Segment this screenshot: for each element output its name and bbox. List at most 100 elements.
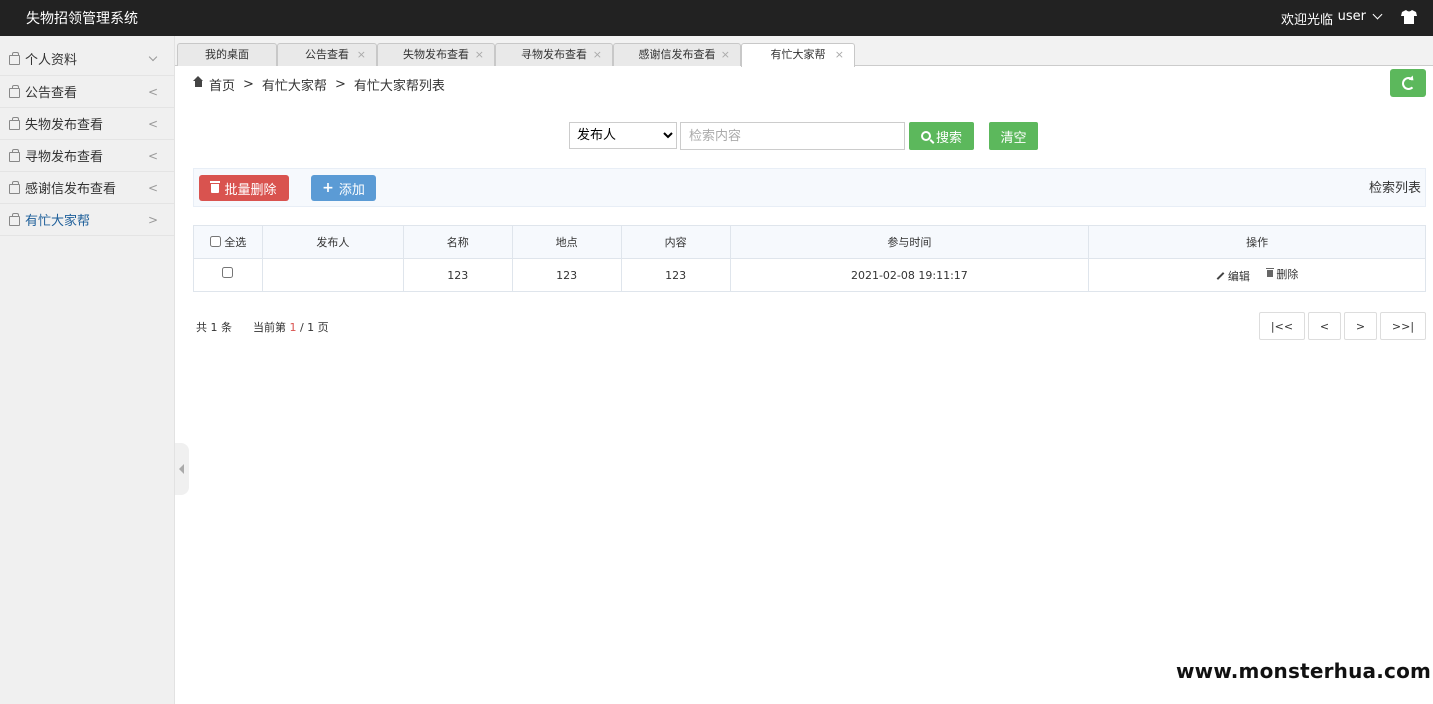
- tshirt-icon[interactable]: [1401, 10, 1417, 24]
- prev-page-button[interactable]: <: [1308, 312, 1341, 340]
- add-button[interactable]: + 添加: [311, 175, 376, 201]
- sidebar-item-label: 失物发布查看: [25, 118, 104, 133]
- user-name: user: [1337, 9, 1366, 24]
- batch-delete-button[interactable]: 批量删除: [199, 175, 289, 201]
- bag-icon: [9, 84, 20, 98]
- search-field-select[interactable]: 发布人: [569, 122, 677, 149]
- current-prefix: 当前第: [252, 321, 286, 334]
- chevron-down-icon: [1372, 9, 1383, 20]
- sidebar-item-notice[interactable]: 公告查看 <: [0, 76, 174, 108]
- column-header-select-all[interactable]: 全选: [193, 225, 263, 259]
- tab-label: 感谢信发布查看: [638, 48, 716, 61]
- breadcrumb-separator: >: [334, 77, 346, 92]
- close-icon[interactable]: ×: [593, 44, 602, 65]
- home-icon: [193, 76, 204, 89]
- user-menu[interactable]: user: [1337, 9, 1383, 24]
- total-suffix: 条: [221, 321, 232, 334]
- cell-place: 123: [511, 258, 622, 292]
- data-table: 全选 发布人 名称 地点 内容 参与时间 操作 123 123 123 2021…: [193, 225, 1426, 292]
- clear-button[interactable]: 清空: [989, 122, 1038, 150]
- sidebar-item-help[interactable]: 有忙大家帮 >: [0, 204, 174, 236]
- sidebar-item-search[interactable]: 寻物发布查看 <: [0, 140, 174, 172]
- select-all-checkbox[interactable]: [209, 236, 221, 247]
- chevron-right-icon: >: [147, 212, 158, 227]
- sidebar-collapse-handle[interactable]: [175, 443, 189, 495]
- edit-label: 编辑: [1227, 270, 1250, 284]
- tab-label: 寻物发布查看: [521, 48, 587, 61]
- chevron-left-icon: <: [147, 148, 158, 163]
- pagination-info: 共 1 条 当前第 1 / 1 页: [196, 319, 329, 335]
- breadcrumb-level2: 有忙大家帮列表: [353, 79, 445, 94]
- edit-link[interactable]: 编辑: [1216, 268, 1250, 284]
- tab-label: 公告查看: [305, 48, 349, 61]
- search-icon: [920, 131, 931, 141]
- trash-icon: [210, 180, 221, 193]
- tab-help[interactable]: 有忙大家帮 ×: [741, 43, 855, 67]
- cell-name: 123: [402, 258, 513, 292]
- table-row: 123 123 123 2021-02-08 19:11:17 编辑 删除: [193, 258, 1426, 292]
- column-header-content: 内容: [620, 225, 731, 259]
- delete-link[interactable]: 删除: [1266, 266, 1299, 282]
- breadcrumb-home[interactable]: 首页: [209, 75, 235, 94]
- tab-notice[interactable]: 公告查看 ×: [277, 43, 377, 66]
- breadcrumb-level1[interactable]: 有忙大家帮: [262, 75, 327, 94]
- bag-icon: [9, 212, 20, 226]
- close-icon[interactable]: ×: [835, 44, 844, 65]
- close-icon[interactable]: ×: [721, 44, 730, 65]
- action-toolbar: 批量删除 + 添加 检索列表: [193, 168, 1426, 207]
- watermark-text: www.monsterhua.com: [1176, 659, 1432, 683]
- batch-delete-label: 批量删除: [224, 182, 277, 198]
- app-title: 失物招领管理系统: [26, 11, 138, 27]
- sidebar-item-label: 有忙大家帮: [25, 214, 91, 229]
- sidebar-item-thanks[interactable]: 感谢信发布查看 <: [0, 172, 174, 204]
- last-page-button[interactable]: >>|: [1380, 312, 1426, 340]
- close-icon[interactable]: ×: [475, 44, 484, 65]
- tab-bar: 我的桌面 公告查看 × 失物发布查看 × 寻物发布查看 × 感谢信发布查看 × …: [175, 36, 1433, 67]
- sidebar: 个人资料 公告查看 < 失物发布查看 < 寻物发布查看 < 感谢信发布查看 < …: [0, 36, 175, 704]
- row-checkbox[interactable]: [222, 267, 234, 278]
- sidebar-item-label: 寻物发布查看: [25, 150, 104, 165]
- column-header-label: 全选: [224, 236, 247, 249]
- tab-label: 有忙大家帮: [770, 48, 826, 61]
- delete-label: 删除: [1276, 267, 1299, 281]
- tab-lost[interactable]: 失物发布查看 ×: [377, 43, 495, 66]
- sidebar-item-label: 个人资料: [25, 53, 78, 68]
- total-prefix: 共: [196, 321, 207, 334]
- tab-label: 失物发布查看: [403, 48, 469, 61]
- bag-icon: [9, 180, 20, 194]
- chevron-down-icon: [148, 52, 158, 62]
- column-header-publisher: 发布人: [261, 225, 404, 259]
- tab-desktop[interactable]: 我的桌面: [177, 43, 277, 66]
- cell-content: 123: [620, 258, 731, 292]
- chevron-left-icon: <: [147, 116, 158, 131]
- search-button[interactable]: 搜索: [909, 122, 974, 150]
- trash-icon: [1266, 268, 1275, 278]
- bag-icon: [9, 148, 20, 162]
- cell-publisher: [261, 258, 404, 292]
- top-header: 失物招领管理系统 欢迎光临 user: [0, 0, 1433, 36]
- total-pages: / 1 页: [299, 321, 329, 334]
- refresh-button[interactable]: [1390, 69, 1426, 97]
- sidebar-item-profile[interactable]: 个人资料: [0, 36, 174, 76]
- tab-search[interactable]: 寻物发布查看 ×: [495, 43, 613, 66]
- tab-label: 我的桌面: [205, 48, 249, 61]
- bag-icon: [9, 51, 20, 65]
- first-page-button[interactable]: |<<: [1259, 312, 1305, 340]
- chevron-left-icon: <: [147, 180, 158, 195]
- watermark: www.monsterhua.com: [1173, 652, 1433, 704]
- chevron-left-icon: <: [147, 84, 158, 99]
- plus-icon: +: [322, 180, 334, 196]
- sidebar-item-lost[interactable]: 失物发布查看 <: [0, 108, 174, 140]
- row-select-cell: [193, 258, 263, 292]
- cell-actions: 编辑 删除: [1088, 258, 1426, 292]
- sidebar-item-label: 感谢信发布查看: [25, 182, 117, 197]
- close-icon[interactable]: ×: [357, 44, 366, 65]
- search-input[interactable]: [680, 122, 905, 150]
- tab-thanks[interactable]: 感谢信发布查看 ×: [613, 43, 741, 66]
- breadcrumb-separator: >: [243, 77, 254, 92]
- welcome-text: 欢迎光临: [1280, 13, 1333, 28]
- next-page-button[interactable]: >: [1344, 312, 1377, 340]
- total-count: 1: [210, 321, 218, 334]
- column-header-actions: 操作: [1088, 225, 1426, 259]
- table-header-row: 全选 发布人 名称 地点 内容 参与时间 操作: [193, 225, 1426, 259]
